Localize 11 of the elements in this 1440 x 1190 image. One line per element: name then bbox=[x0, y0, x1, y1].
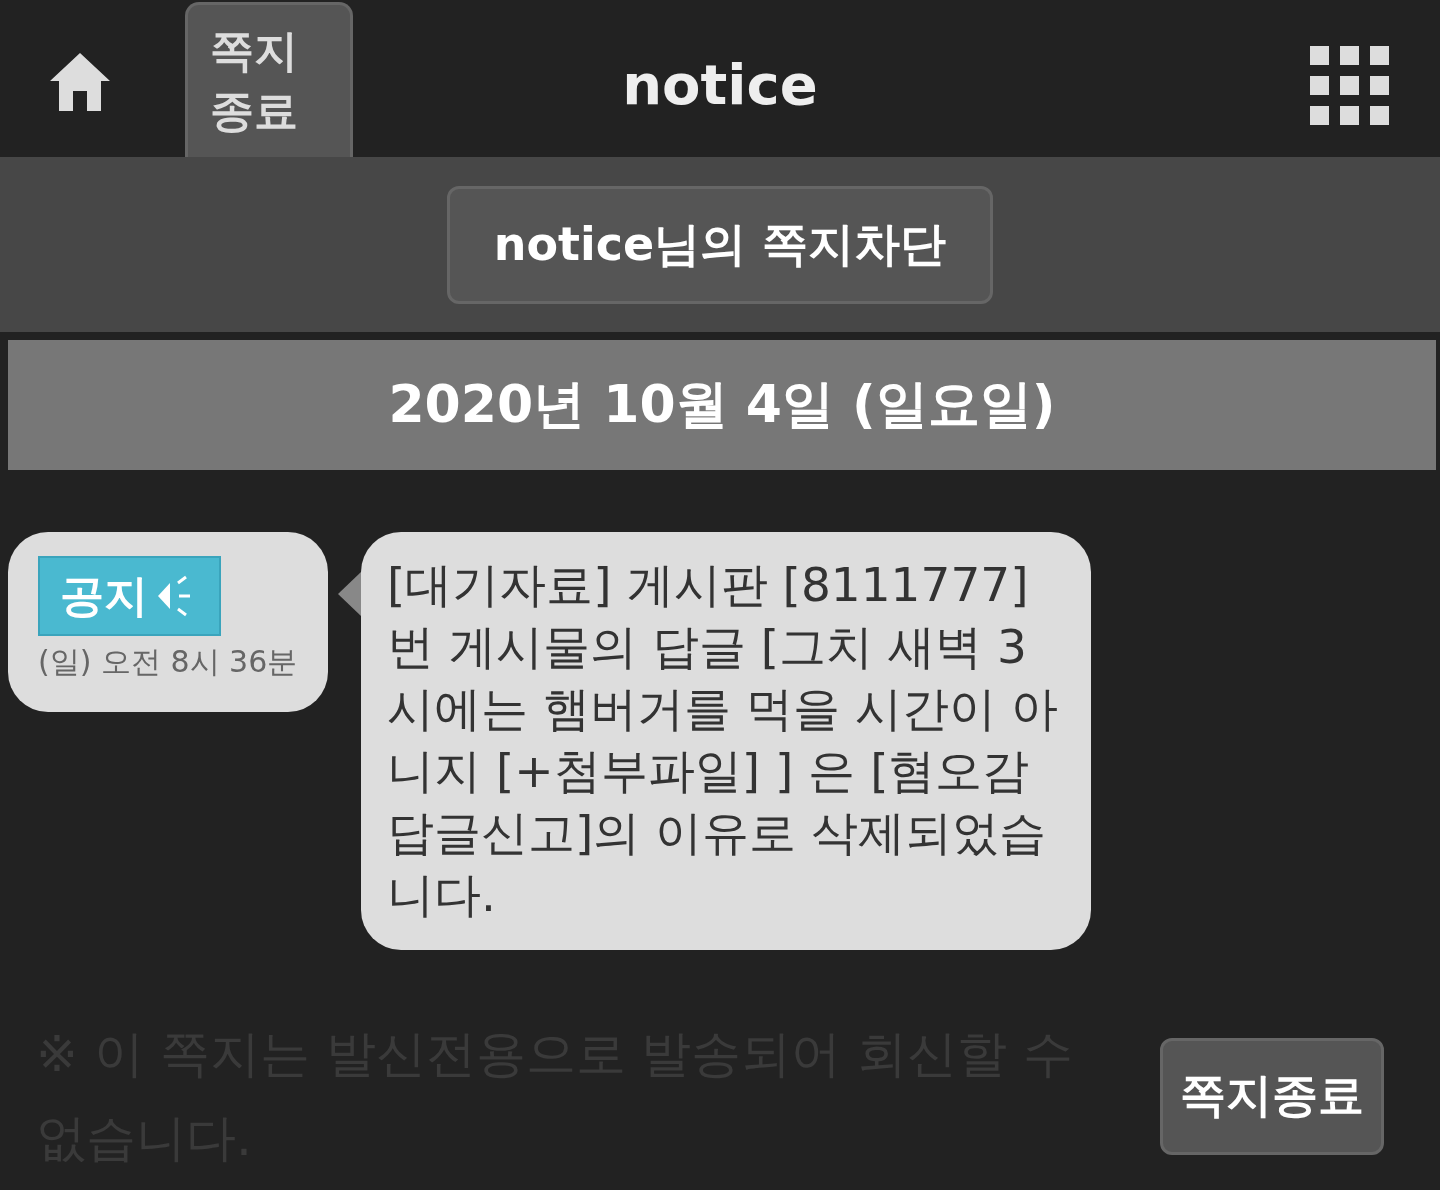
block-messages-button[interactable]: notice님의 쪽지차단 bbox=[447, 185, 993, 304]
bubble-pointer-icon bbox=[338, 572, 361, 616]
notice-badge: 공지 bbox=[38, 556, 221, 636]
home-icon bbox=[49, 51, 111, 113]
close-tab[interactable]: 쪽지 종료 bbox=[185, 2, 353, 157]
grid-menu-icon bbox=[1310, 46, 1390, 126]
date-header: 2020년 10월 4일 (일요일) bbox=[8, 340, 1436, 470]
message-bubble: [대기자료] 게시판 [8111777]번 게시물의 답글 [그치 새벽 3시에는 햄버거를 먹을 시간이 아니지 [+첨부파일] ] 은 [혐오감 답글신고]의 이유로 삭제되었습니다. bbox=[361, 532, 1091, 950]
message-time: (일) 오전 8시 36분 bbox=[38, 643, 298, 681]
close-button[interactable]: 쪽지종료 bbox=[1160, 1037, 1384, 1155]
page-title: notice bbox=[622, 52, 818, 117]
